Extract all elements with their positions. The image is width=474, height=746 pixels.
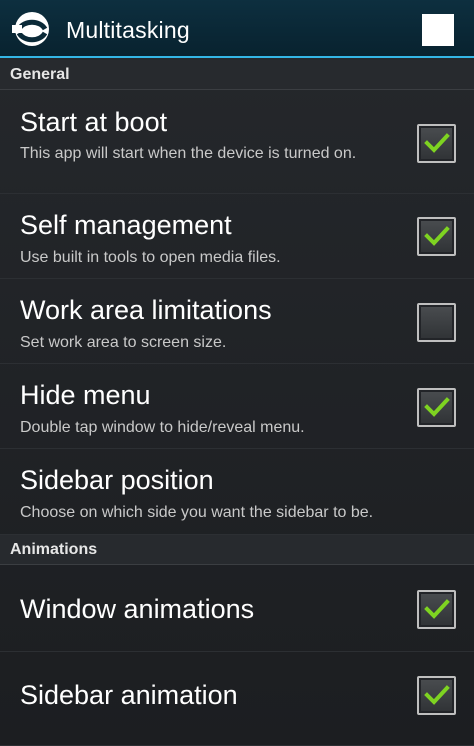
pref-window-animations[interactable]: Window animations	[0, 566, 474, 652]
white-square-icon[interactable]	[422, 14, 454, 46]
section-label-animations: Animations	[10, 541, 98, 558]
action-bar: Multitasking	[0, 0, 474, 58]
pref-summary: Set work area to screen size.	[20, 334, 227, 351]
self-management-checkbox[interactable]	[417, 217, 456, 256]
pref-sidebar-animation[interactable]: Sidebar animation	[0, 652, 474, 746]
checkmark-icon	[424, 599, 450, 619]
hide-menu-checkbox[interactable]	[417, 388, 456, 427]
window-animations-checkbox[interactable]	[417, 590, 456, 629]
settings-screen: Multitasking General Start at boot This …	[0, 0, 474, 746]
pref-start-at-boot[interactable]: Start at boot This app will start when t…	[0, 91, 474, 194]
pref-title: Self management	[20, 210, 232, 240]
checkmark-icon	[424, 226, 450, 246]
pref-hide-menu[interactable]: Hide menu Double tap window to hide/reve…	[0, 364, 474, 449]
pref-sidebar-position[interactable]: Sidebar position Choose on which side yo…	[0, 449, 474, 535]
app-title: Multitasking	[66, 17, 190, 43]
start-at-boot-checkbox[interactable]	[417, 124, 456, 163]
pref-summary: Use built in tools to open media files.	[20, 249, 281, 266]
pref-self-management[interactable]: Self management Use built in tools to op…	[0, 194, 474, 279]
pref-title: Sidebar position	[20, 465, 214, 495]
checkmark-icon	[424, 133, 450, 153]
section-header-animations: Animations	[0, 535, 474, 565]
pref-title: Start at boot	[20, 107, 168, 137]
pref-summary: Choose on which side you want the sideba…	[20, 504, 374, 521]
work-area-limitations-checkbox[interactable]	[417, 303, 456, 342]
pref-title: Sidebar animation	[20, 680, 238, 710]
pref-title: Work area limitations	[20, 295, 272, 325]
pref-title: Hide menu	[20, 380, 151, 410]
pref-summary: Double tap window to hide/reveal menu.	[20, 419, 305, 436]
section-label-general: General	[10, 66, 70, 83]
pref-title: Window animations	[20, 594, 255, 624]
checkmark-icon	[424, 685, 450, 705]
sidebar-animation-checkbox[interactable]	[417, 676, 456, 715]
section-header-general: General	[0, 60, 474, 90]
multitasking-app-icon[interactable]	[10, 8, 54, 50]
pref-work-area-limitations[interactable]: Work area limitations Set work area to s…	[0, 279, 474, 364]
checkmark-icon	[424, 397, 450, 417]
pref-summary: This app will start when the device is t…	[20, 145, 357, 162]
